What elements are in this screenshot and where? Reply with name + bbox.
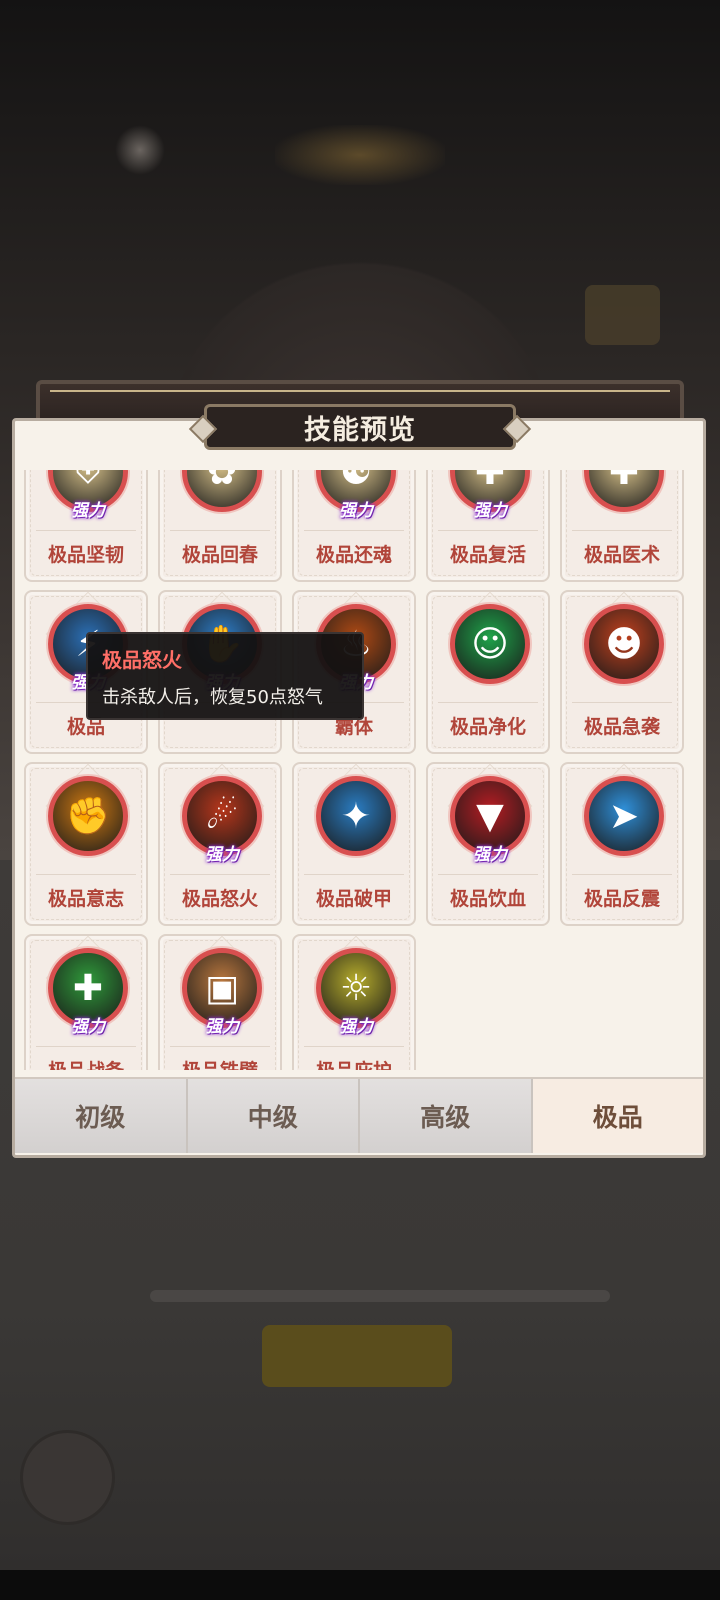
skill-card[interactable]: ✦ 极品破甲 [292,762,416,926]
card-divider [36,530,136,531]
background-text [150,1290,610,1302]
card-divider [304,874,404,875]
armor-break-icon: ✦ [316,776,396,856]
background-light [115,125,165,175]
power-badge: 强力 [205,845,239,865]
card-divider [572,702,672,703]
skill-name: 极品医术 [583,544,660,566]
skill-card[interactable]: ▼ 强力 极品饮血 [426,762,550,926]
card-divider [36,874,136,875]
tab-intermediate[interactable]: 中级 [187,1079,360,1153]
tab-advanced[interactable]: 高级 [360,1079,533,1153]
skill-grid: ⛨强力极品坚韧✿极品回春☯强力极品还魂✚强力极品复活✚极品医术⚡强力极品✋强力♨… [24,470,696,1070]
skill-name: 极品意志 [47,888,124,910]
background-badge [585,285,660,345]
power-badge: 强力 [339,1017,373,1037]
skill-name: 极品破甲 [315,888,392,910]
background-corner-button [20,1430,115,1525]
card-divider [36,1046,136,1047]
system-nav-bar [0,1570,720,1600]
skill-card[interactable]: ☄ 强力 极品怒火 [158,762,282,926]
power-badge: 强力 [339,501,373,521]
skill-name: 极品怒火 [181,888,258,910]
skill-name: 极品饮血 [449,888,526,910]
tooltip-title: 极品怒火 [102,648,182,672]
skill-tooltip: 极品怒火 击杀敌人后，恢复50点怒气 [86,632,364,720]
skill-card[interactable]: ✊ 极品意志 [24,762,148,926]
rebound-icon: ➤ [584,776,664,856]
purify-icon: ☺ [450,604,530,684]
dialog-title-plate: 技能预览 [204,404,516,450]
fist-icon: ✊ [48,776,128,856]
skill-card[interactable]: ☻ 极品急袭 [560,590,684,754]
skill-card[interactable]: ☼强力极品庇护 [292,934,416,1070]
skill-name: 极品铁壁 [160,1056,280,1070]
power-badge: 强力 [473,845,507,865]
heal-icon: ✿ [182,470,262,512]
card-divider [438,530,538,531]
skill-name: 极品庇护 [294,1056,414,1070]
card-divider [438,702,538,703]
card-divider [170,874,270,875]
skill-card[interactable]: ▣强力极品铁壁 [158,934,282,1070]
skill-card[interactable]: ✚ 极品医术 [560,470,684,582]
skill-name: 极品复活 [449,544,526,566]
card-divider [170,1046,270,1047]
medic-icon: ✚ [584,470,664,512]
skill-name: 极品还魂 [315,544,392,566]
skill-name: 极品反震 [583,888,660,910]
tooltip-description: 击杀敌人后，恢复50点怒气 [102,687,323,708]
card-divider [438,874,538,875]
tier-tabs: 初级 中级 高级 极品 [15,1077,703,1153]
skill-name: 极品战备 [26,1056,146,1070]
rage-burst-icon: ☻ [584,604,664,684]
background-banner [275,125,445,185]
tab-basic[interactable]: 初级 [15,1079,188,1153]
skill-card[interactable]: ✿ 极品回春 [158,470,282,582]
skill-name: 极品回春 [181,544,258,566]
card-divider [304,530,404,531]
skill-name: 极品急袭 [583,716,660,738]
power-badge: 强力 [71,1017,105,1037]
skill-card[interactable]: ✚ 强力 极品复活 [426,470,550,582]
card-divider [170,530,270,531]
skill-card[interactable]: ✚强力极品战备 [24,934,148,1070]
card-divider [304,1046,404,1047]
background-button [262,1325,452,1387]
power-badge: 强力 [71,501,105,521]
skill-card[interactable]: ⛨ 强力 极品坚韧 [24,470,148,582]
skill-card[interactable]: ➤ 极品反震 [560,762,684,926]
power-badge: 强力 [205,1017,239,1037]
skill-name: 极品净化 [449,716,526,738]
tab-premium[interactable]: 极品 [532,1079,703,1153]
skill-card[interactable]: ☺ 极品净化 [426,590,550,754]
skill-card[interactable]: ☯ 强力 极品还魂 [292,470,416,582]
power-badge: 强力 [473,501,507,521]
card-divider [572,874,672,875]
skill-grid-viewport[interactable]: ⛨强力极品坚韧✿极品回春☯强力极品还魂✚强力极品复活✚极品医术⚡强力极品✋强力♨… [24,470,696,1070]
dialog-title: 技能预览 [304,414,416,446]
card-divider [572,530,672,531]
skill-name: 极品坚韧 [47,544,124,566]
